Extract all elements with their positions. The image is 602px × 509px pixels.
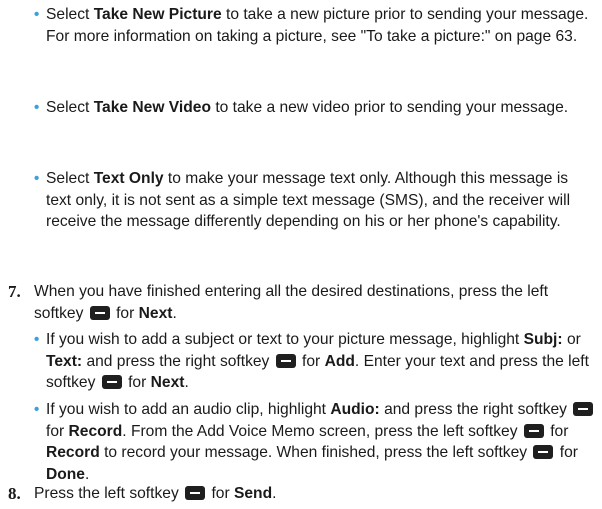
step-8: 8. Press the left softkey for Send. (8, 483, 598, 505)
bullet-dot: • (34, 6, 40, 23)
step-number: 7. (8, 282, 21, 301)
softkey-icon (533, 445, 554, 459)
step-text: Press the left softkey for Send. (34, 485, 277, 502)
bullet-text-only: • Select Text Only to make your message … (34, 170, 571, 230)
softkey-icon (89, 305, 110, 320)
bullet-add-audio: • If you wish to add an audio clip, high… (34, 399, 596, 485)
bullet-dot: • (34, 401, 40, 418)
step-number: 8. (8, 484, 21, 503)
bullet-dot: • (34, 170, 40, 187)
bullet-dot: • (34, 331, 40, 348)
step-text: When you have finished entering all the … (34, 283, 549, 322)
softkey-icon (185, 486, 206, 500)
softkey-icon (573, 402, 594, 416)
manual-page: • Select Take New Picture to take a new … (0, 0, 602, 509)
bullet-dot: • (34, 99, 40, 116)
bullet-take-new-video: • Select Take New Video to take a new vi… (34, 97, 596, 119)
bullet-take-new-picture: • Select Take New Picture to take a new … (34, 6, 589, 45)
bullet-add-subject-text: • If you wish to add a subject or text t… (34, 331, 589, 391)
softkey-icon (275, 353, 296, 368)
softkey-icon (101, 375, 122, 389)
step-7: 7. When you have finished entering all t… (8, 281, 598, 324)
softkey-icon (523, 423, 544, 438)
